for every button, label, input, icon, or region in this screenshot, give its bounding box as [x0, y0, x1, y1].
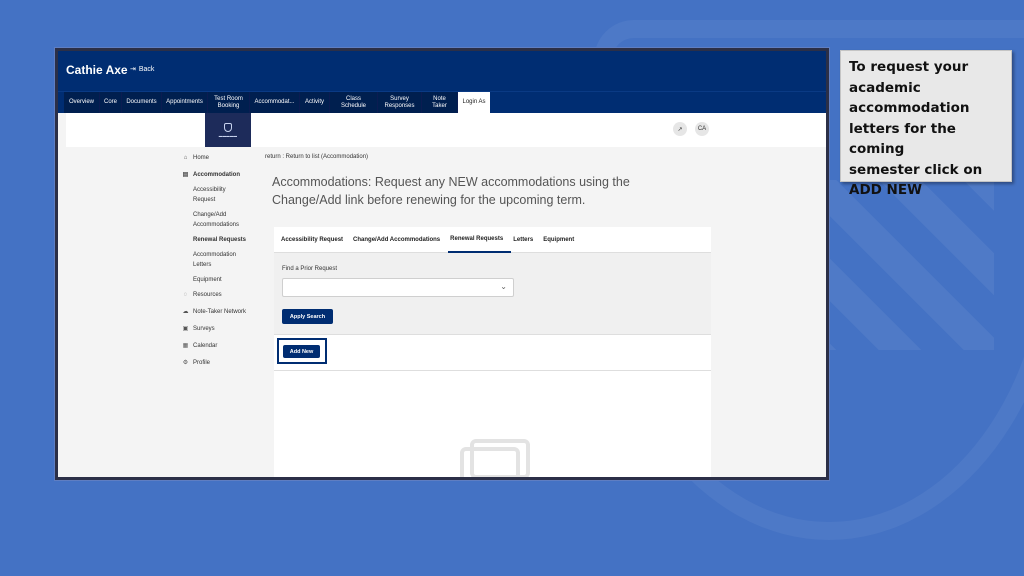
sidebar: ⌂ Home ▤ Accommodation Accessibility Req…: [182, 155, 262, 377]
empty-state-icon: [470, 439, 530, 477]
nav-accommodations[interactable]: Accommodat...: [250, 92, 300, 113]
portal-screenshot: Cathie Axe ⇥ Back Overview Core Document…: [55, 48, 829, 480]
sidebar-sub-accommodation-letters[interactable]: Accommodation Letters: [193, 250, 253, 270]
sidebar-item-resources[interactable]: ◌ Resources: [182, 292, 262, 299]
home-icon: ⌂: [183, 155, 188, 161]
sidebar-sub-accessibility-request[interactable]: Accessibility Request: [193, 185, 253, 205]
nav-activity[interactable]: Activity: [300, 92, 330, 113]
add-new-button[interactable]: Add New: [283, 345, 320, 358]
sidebar-item-accommodation[interactable]: ▤ Accommodation: [182, 172, 262, 179]
clipboard-icon: ▣: [182, 326, 189, 332]
find-prior-request-label: Find a Prior Request: [282, 266, 338, 272]
portal-header: ▬▬▬▬▬ ↗ CA: [66, 113, 826, 147]
add-new-row: Add New: [274, 335, 711, 371]
sidebar-sub-equipment[interactable]: Equipment: [193, 275, 253, 285]
nav-survey-responses[interactable]: Survey Responses: [378, 92, 422, 113]
tab-accessibility-request[interactable]: Accessibility Request: [279, 227, 351, 253]
top-bar: Cathie Axe ⇥ Back: [58, 51, 826, 91]
back-link[interactable]: ⇥ Back: [130, 65, 155, 74]
chevron-down-icon: ⌄: [500, 282, 507, 291]
prior-request-select[interactable]: ⌄: [282, 278, 514, 297]
sidebar-item-profile[interactable]: ⚙ Profile: [182, 360, 262, 367]
sidebar-item-home[interactable]: ⌂ Home: [182, 155, 262, 162]
user-name: Cathie Axe: [66, 63, 128, 77]
nav-login-as[interactable]: Login As: [458, 92, 490, 113]
apply-search-button[interactable]: Apply Search: [282, 309, 333, 324]
calendar-icon: ▦: [182, 343, 189, 349]
tab-renewal-requests[interactable]: Renewal Requests: [448, 227, 512, 253]
sidebar-item-note-taker-network[interactable]: ☁ Note-Taker Network: [182, 309, 262, 316]
sidebar-sub-change-add[interactable]: Change/Add Accommodations: [193, 210, 253, 230]
university-logo: ▬▬▬▬▬: [205, 113, 251, 147]
tab-bar: Accessibility Request Change/Add Accommo…: [274, 227, 711, 253]
tab-change-add-accommodations[interactable]: Change/Add Accommodations: [351, 227, 448, 253]
sidebar-item-calendar[interactable]: ▦ Calendar: [182, 343, 262, 350]
tab-letters[interactable]: Letters: [511, 227, 541, 253]
sidebar-sub-renewal-requests[interactable]: Renewal Requests: [193, 235, 253, 245]
chat-icon: ◌: [183, 292, 188, 298]
sidebar-item-label: Profile: [193, 360, 211, 366]
content-panel: Accessibility Request Change/Add Accommo…: [274, 227, 711, 477]
search-filter: Find a Prior Request ⌄ Apply Search: [274, 253, 711, 335]
sidebar-item-label: Surveys: [193, 326, 215, 332]
page-title: Accommodations: Request any NEW accommod…: [272, 175, 630, 207]
nav-core[interactable]: Core: [100, 92, 122, 113]
logo-wordmark: ▬▬▬▬▬: [218, 133, 238, 138]
sidebar-item-surveys[interactable]: ▣ Surveys: [182, 326, 262, 333]
avatar[interactable]: CA: [695, 122, 709, 136]
external-link-icon[interactable]: ↗: [673, 122, 687, 136]
sidebar-item-label: Home: [193, 155, 210, 161]
main-nav: Overview Core Documents Appointments Tes…: [58, 91, 826, 113]
exit-arrow-icon: ⇥: [130, 66, 136, 73]
nav-overview[interactable]: Overview: [64, 92, 100, 113]
nav-test-room-booking[interactable]: Test Room Booking: [208, 92, 250, 113]
crest-icon: [224, 122, 232, 132]
sidebar-item-label: Accommodation: [193, 172, 241, 178]
folder-icon: ▤: [182, 172, 189, 178]
sidebar-item-label: Calendar: [193, 343, 218, 349]
tab-equipment[interactable]: Equipment: [541, 227, 582, 253]
nav-appointments[interactable]: Appointments: [162, 92, 208, 113]
breadcrumb[interactable]: return : Return to list (Accommodation): [265, 154, 368, 160]
cloud-icon: ☁: [182, 309, 189, 315]
instruction-callout: To request your academic accommodation l…: [840, 50, 1012, 198]
sidebar-item-label: Resources: [193, 292, 222, 298]
gear-icon: ⚙: [182, 360, 189, 366]
back-label: Back: [138, 65, 155, 73]
sidebar-item-label: Note-Taker Network: [193, 309, 247, 315]
nav-class-schedule[interactable]: Class Schedule: [330, 92, 378, 113]
nav-documents[interactable]: Documents: [122, 92, 162, 113]
nav-note-taker[interactable]: Note Taker: [422, 92, 458, 113]
